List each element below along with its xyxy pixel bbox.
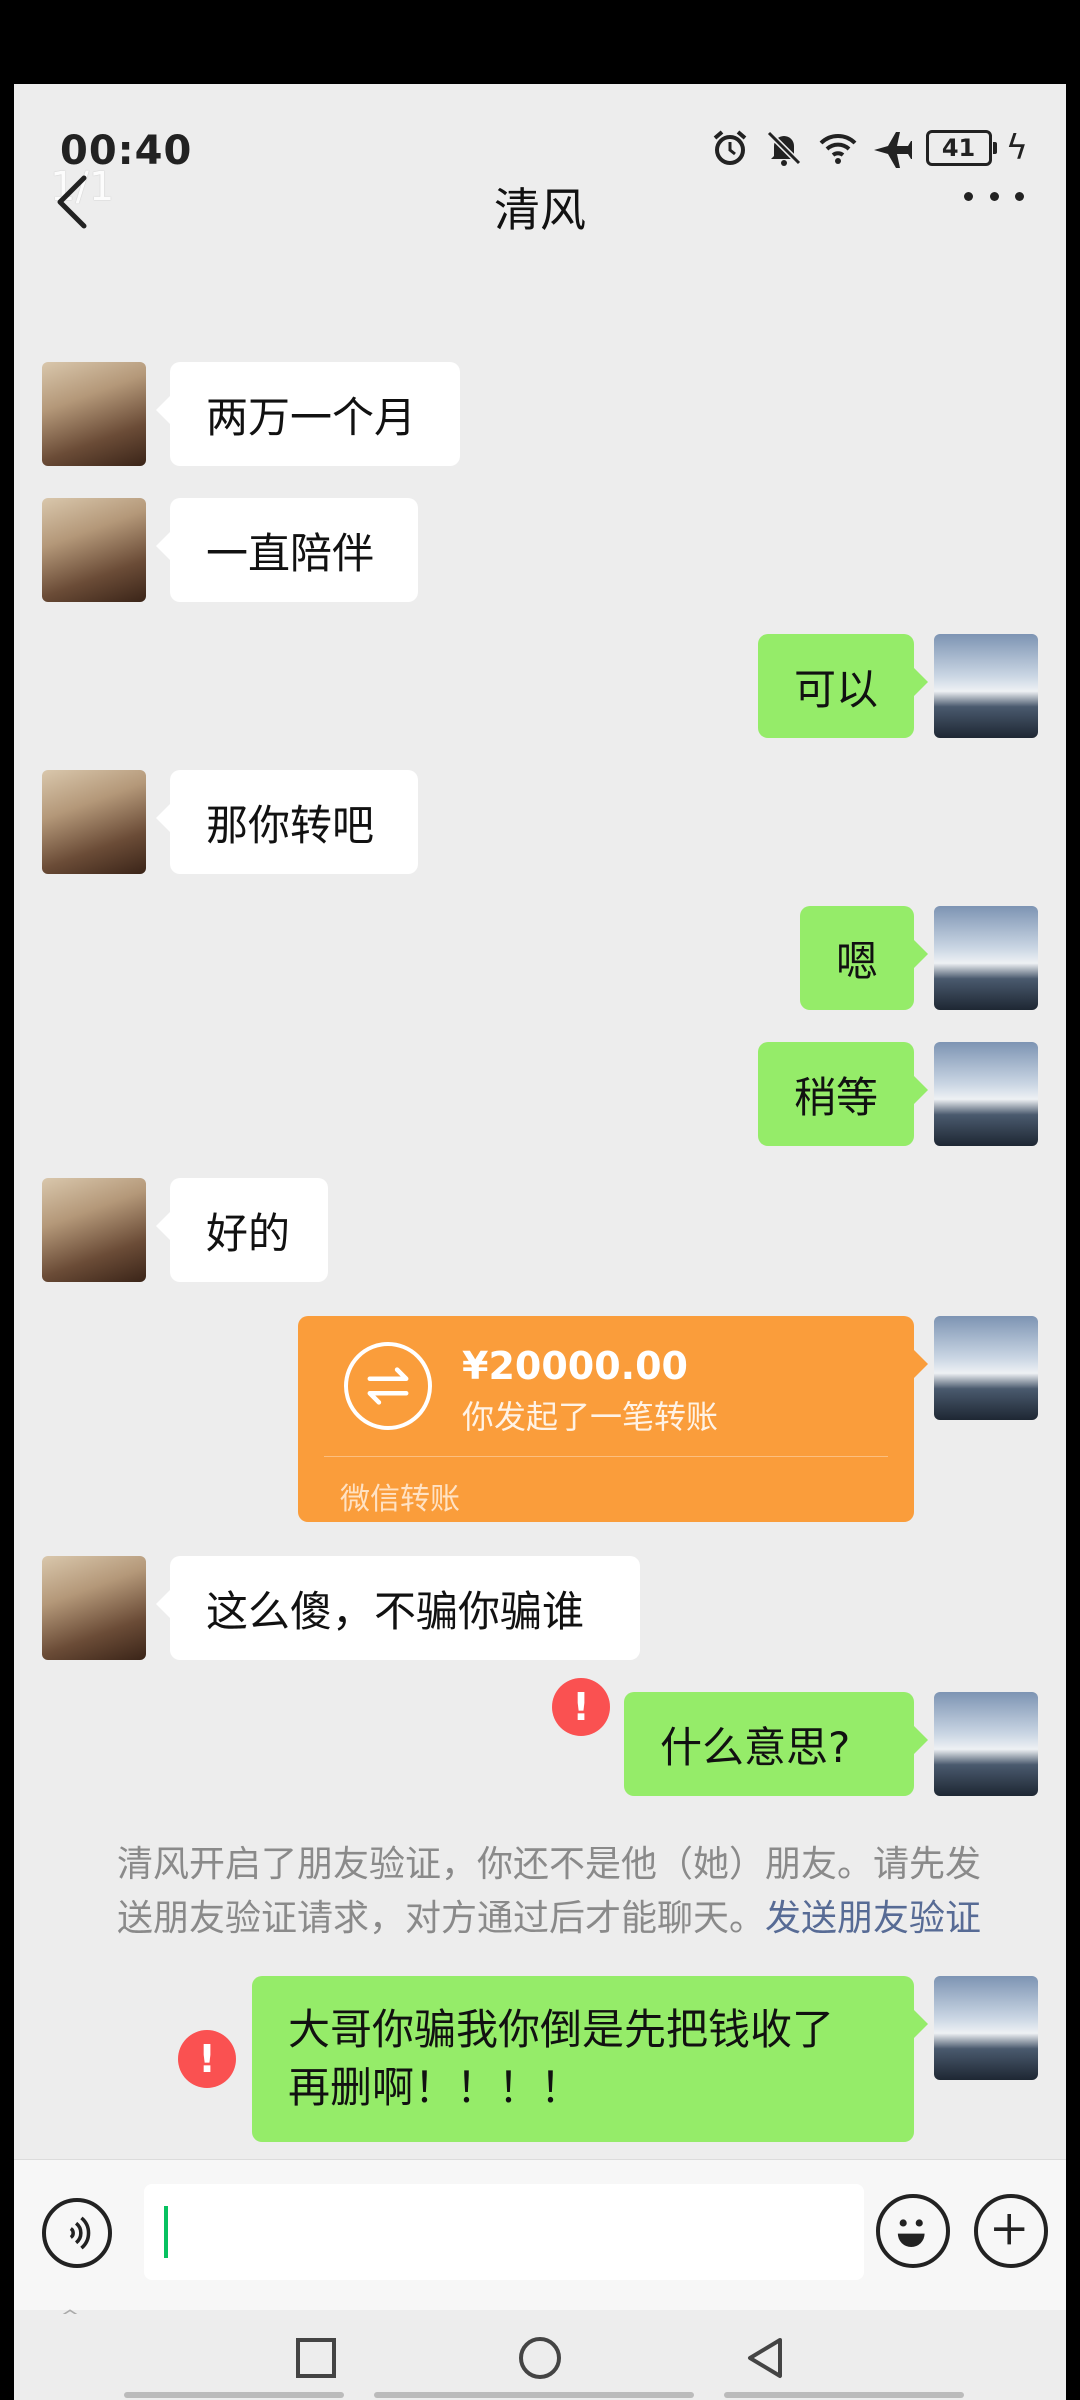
- text-cursor: [164, 2206, 168, 2258]
- my-avatar[interactable]: [934, 634, 1038, 738]
- message-bubble-incoming[interactable]: 两万一个月: [156, 362, 460, 466]
- message-line2: 再删啊！！！！: [288, 2063, 583, 2112]
- charging-icon: ϟ: [1005, 128, 1028, 168]
- notice-line2-text: 送朋友验证请求，对方通过后才能聊天。: [116, 1898, 765, 1939]
- battery-icon: 41: [925, 130, 997, 166]
- more-dot: [989, 191, 999, 201]
- message-bubble-incoming[interactable]: 一直陪伴: [156, 498, 418, 602]
- my-avatar[interactable]: [934, 1976, 1038, 2080]
- mute-bell-icon: [766, 130, 801, 166]
- message-line1: 大哥你骗我你倒是先把钱收了: [288, 2005, 835, 2054]
- notice-line1: 清风开启了朋友验证，你还不是他（她）朋友。请先发: [116, 1844, 981, 1885]
- transfer-divider: [324, 1456, 888, 1457]
- chat-title: 清风: [494, 183, 586, 237]
- message-input[interactable]: [144, 2184, 864, 2280]
- message-bubble-outgoing[interactable]: 大哥你骗我你倒是先把钱收了 再删啊！！！！: [252, 1976, 928, 2142]
- message-bubble-outgoing[interactable]: 嗯: [800, 906, 928, 1010]
- message-bubble-outgoing[interactable]: 什么意思?: [624, 1692, 928, 1796]
- message-bubble-incoming[interactable]: 好的: [156, 1178, 328, 1282]
- home-button[interactable]: [510, 2328, 570, 2388]
- nav-indicator: [124, 2392, 344, 2398]
- message-bubble-incoming[interactable]: 那你转吧: [156, 770, 418, 874]
- transfer-card[interactable]: ¥20000.00 你发起了一笔转账 微信转账: [298, 1316, 928, 1522]
- voice-icon[interactable]: [42, 2198, 112, 2268]
- airplane-icon: [873, 132, 912, 168]
- more-button[interactable]: [964, 176, 1024, 216]
- nav-indicator: [724, 2392, 964, 2398]
- contact-avatar[interactable]: [42, 362, 146, 466]
- send-failed-icon[interactable]: !: [552, 1678, 610, 1736]
- friend-verification-notice: 清风开启了朋友验证，你还不是他（她）朋友。请先发 送朋友验证请求，对方通过后才能…: [74, 1838, 1024, 1946]
- emoji-icon[interactable]: [876, 2194, 950, 2268]
- my-avatar[interactable]: [934, 1316, 1038, 1420]
- alarm-icon: [713, 130, 746, 165]
- send-failed-icon[interactable]: !: [178, 2030, 236, 2088]
- nav-indicator: [374, 2392, 694, 2398]
- wifi-icon: [819, 133, 856, 164]
- status-icons: 41 ϟ: [710, 128, 1028, 168]
- system-nav-bar: [14, 2314, 1066, 2400]
- back-nav-button[interactable]: [736, 2328, 796, 2388]
- notice-line2: 送朋友验证请求，对方通过后才能聊天。发送朋友验证: [74, 1892, 1024, 1946]
- contact-avatar[interactable]: [42, 498, 146, 602]
- contact-avatar[interactable]: [42, 1178, 146, 1282]
- more-dot: [1015, 191, 1024, 201]
- message-bubble-outgoing[interactable]: 稍等: [758, 1042, 928, 1146]
- transfer-amount: ¥20000.00: [462, 1344, 688, 1388]
- recent-apps-button[interactable]: [286, 2328, 346, 2388]
- transfer-label: 微信转账: [340, 1482, 460, 1517]
- input-bar: ︿: [14, 2159, 1066, 2322]
- my-avatar[interactable]: [934, 1042, 1038, 1146]
- my-avatar[interactable]: [934, 1692, 1038, 1796]
- contact-avatar[interactable]: [42, 770, 146, 874]
- contact-avatar[interactable]: [42, 1556, 146, 1660]
- transfer-description: 你发起了一笔转账: [462, 1398, 719, 1436]
- chat-screen: 00:40 1/1 41 ϟ 清风 两万一个月 一直陪伴 可以 那你转吧 嗯 稍…: [14, 84, 1066, 2400]
- transfer-arrows-icon: [344, 1342, 432, 1430]
- message-bubble-outgoing[interactable]: 可以: [758, 634, 928, 738]
- plus-icon[interactable]: [974, 2194, 1048, 2268]
- send-verification-link[interactable]: 发送朋友验证: [765, 1898, 981, 1939]
- more-dots-icon: [964, 191, 973, 201]
- message-bubble-incoming[interactable]: 这么傻，不骗你骗谁: [156, 1556, 640, 1660]
- my-avatar[interactable]: [934, 906, 1038, 1010]
